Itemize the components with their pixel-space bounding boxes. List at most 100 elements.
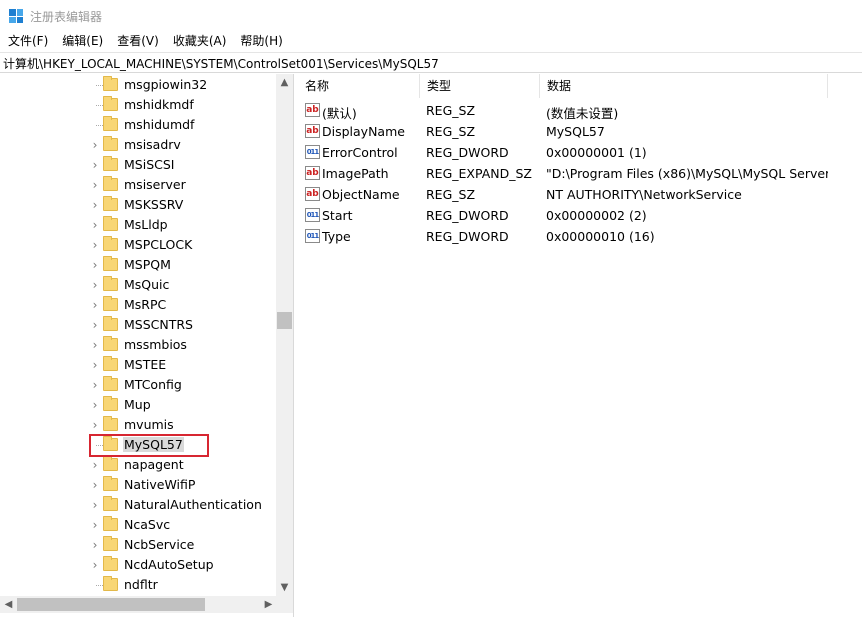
chevron-right-icon[interactable]: ›	[89, 558, 101, 572]
tree-vertical-scrollbar[interactable]: ▲ ▼	[276, 74, 293, 596]
tree-item[interactable]: mshidkmdf	[0, 95, 276, 115]
string-value-icon: ab	[305, 166, 320, 180]
tree-item-label: MSTEE	[124, 357, 167, 372]
menu-help[interactable]: 帮助(H)	[234, 32, 288, 52]
scroll-right-icon[interactable]: ▶	[260, 596, 277, 613]
values-pane: 名称 类型 数据 ab (默认) REG_SZ (数值未设置) ab DisplayNam…	[298, 74, 862, 617]
value-data: MySQL57	[546, 124, 605, 139]
dword-value-icon: 011	[305, 208, 320, 222]
menu-edit[interactable]: 编辑(E)	[56, 32, 109, 52]
chevron-right-icon[interactable]: ›	[89, 238, 101, 252]
dword-value-icon: 011	[305, 145, 320, 159]
chevron-right-icon[interactable]: ›	[89, 158, 101, 172]
highlight-box	[89, 434, 209, 457]
tree-item[interactable]: › MSPQM	[0, 255, 276, 275]
tree-connector	[96, 125, 103, 126]
chevron-right-icon[interactable]: ›	[89, 458, 101, 472]
chevron-right-icon[interactable]: ›	[89, 498, 101, 512]
value-name: Type	[322, 229, 351, 244]
tree-item[interactable]: › MSKSSRV	[0, 195, 276, 215]
tree-item[interactable]: › msisadrv	[0, 135, 276, 155]
value-data: 0x00000002 (2)	[546, 208, 647, 223]
tree-item[interactable]: › napagent	[0, 455, 276, 475]
tree-item[interactable]: mshidumdf	[0, 115, 276, 135]
value-row[interactable]: 011 Type REG_DWORD 0x00000010 (16)	[298, 226, 862, 247]
tree-item-label: MsQuic	[124, 277, 170, 292]
tree-item[interactable]: › MSiSCSI	[0, 155, 276, 175]
vertical-scroll-thumb[interactable]	[277, 312, 292, 329]
tree-item-label: MSPQM	[124, 257, 171, 272]
chevron-right-icon[interactable]: ›	[89, 198, 101, 212]
tree-item[interactable]: › NcdAutoSetup	[0, 555, 276, 575]
window-title: 注册表编辑器	[30, 10, 103, 24]
value-row[interactable]: ab DisplayName REG_SZ MySQL57	[298, 121, 862, 142]
tree-horizontal-scrollbar[interactable]: ◀ ▶	[0, 596, 293, 613]
value-row[interactable]: ab ImagePath REG_EXPAND_SZ "D:\Program File…	[298, 163, 862, 184]
value-row[interactable]: 011 Start REG_DWORD 0x00000002 (2)	[298, 205, 862, 226]
chevron-right-icon[interactable]: ›	[89, 398, 101, 412]
tree-item[interactable]: › MSSCNTRS	[0, 315, 276, 335]
value-data: "D:\Program Files (x86)\MySQL\MySQL Serv…	[546, 166, 828, 181]
tree-item[interactable]: › mssmbios	[0, 335, 276, 355]
menu-file[interactable]: 文件(F)	[2, 32, 54, 52]
tree-item[interactable]: › MsRPC	[0, 295, 276, 315]
chevron-right-icon[interactable]: ›	[89, 138, 101, 152]
column-header-type[interactable]: 类型	[420, 74, 540, 98]
tree-item[interactable]: › mvumis	[0, 415, 276, 435]
chevron-right-icon[interactable]: ›	[89, 478, 101, 492]
chevron-right-icon[interactable]: ›	[89, 518, 101, 532]
tree-item[interactable]: › MSTEE	[0, 355, 276, 375]
address-bar[interactable]: 计算机\HKEY_LOCAL_MACHINE\SYSTEM\ControlSet…	[0, 52, 862, 73]
tree-connector	[96, 585, 103, 586]
chevron-right-icon[interactable]: ›	[89, 318, 101, 332]
chevron-right-icon[interactable]: ›	[89, 338, 101, 352]
chevron-right-icon[interactable]: ›	[89, 278, 101, 292]
tree-item[interactable]: › MsQuic	[0, 275, 276, 295]
chevron-right-icon[interactable]: ›	[89, 358, 101, 372]
folder-icon	[103, 476, 118, 491]
tree-item[interactable]: › NcaSvc	[0, 515, 276, 535]
tree-item[interactable]: › NcbService	[0, 535, 276, 555]
tree-item[interactable]: › Mup	[0, 395, 276, 415]
string-value-icon: ab	[305, 187, 320, 201]
tree-item[interactable]: › NativeWifiP	[0, 475, 276, 495]
menu-view[interactable]: 查看(V)	[111, 32, 165, 52]
chevron-right-icon[interactable]: ›	[89, 218, 101, 232]
tree-item-label: MSPCLOCK	[124, 237, 193, 252]
value-row[interactable]: ab ObjectName REG_SZ NT AUTHORITY\NetworkSe…	[298, 184, 862, 205]
value-row[interactable]: 011 ErrorControl REG_DWORD 0x00000001 (1)	[298, 142, 862, 163]
tree-item[interactable]: › NaturalAuthentication	[0, 495, 276, 515]
folder-icon	[103, 76, 118, 91]
tree-item[interactable]: › MTConfig	[0, 375, 276, 395]
column-header-name[interactable]: 名称	[298, 74, 420, 98]
tree-item[interactable]: › MSPCLOCK	[0, 235, 276, 255]
value-row[interactable]: ab (默认) REG_SZ (数值未设置)	[298, 100, 862, 121]
tree-item[interactable]: msgpiowin32	[0, 75, 276, 95]
scroll-left-icon[interactable]: ◀	[0, 596, 17, 613]
column-header-filler	[828, 74, 862, 98]
menu-favorites[interactable]: 收藏夹(A)	[167, 32, 233, 52]
value-data: NT AUTHORITY\NetworkService	[546, 187, 742, 202]
scroll-up-icon[interactable]: ▲	[276, 74, 293, 91]
column-header-data[interactable]: 数据	[540, 74, 828, 98]
horizontal-scroll-thumb[interactable]	[17, 598, 205, 611]
chevron-right-icon[interactable]: ›	[89, 178, 101, 192]
tree-item[interactable]: › msiserver	[0, 175, 276, 195]
scroll-down-icon[interactable]: ▼	[276, 579, 293, 596]
address-path[interactable]: 计算机\HKEY_LOCAL_MACHINE\SYSTEM\ControlSet…	[3, 55, 439, 72]
chevron-right-icon[interactable]: ›	[89, 298, 101, 312]
folder-icon	[103, 116, 118, 131]
regedit-app-icon	[9, 9, 23, 23]
string-value-icon: ab	[305, 103, 320, 117]
chevron-right-icon[interactable]: ›	[89, 378, 101, 392]
chevron-right-icon[interactable]: ›	[89, 418, 101, 432]
value-type: REG_SZ	[426, 103, 476, 118]
tree-item-label: NcdAutoSetup	[124, 557, 214, 572]
tree-item-label: MSKSSRV	[124, 197, 184, 212]
tree-item[interactable]: › MsLldp	[0, 215, 276, 235]
folder-icon	[103, 376, 118, 391]
chevron-right-icon[interactable]: ›	[89, 538, 101, 552]
tree-item[interactable]: ndfltr	[0, 575, 276, 595]
chevron-right-icon[interactable]: ›	[89, 258, 101, 272]
folder-icon	[103, 256, 118, 271]
